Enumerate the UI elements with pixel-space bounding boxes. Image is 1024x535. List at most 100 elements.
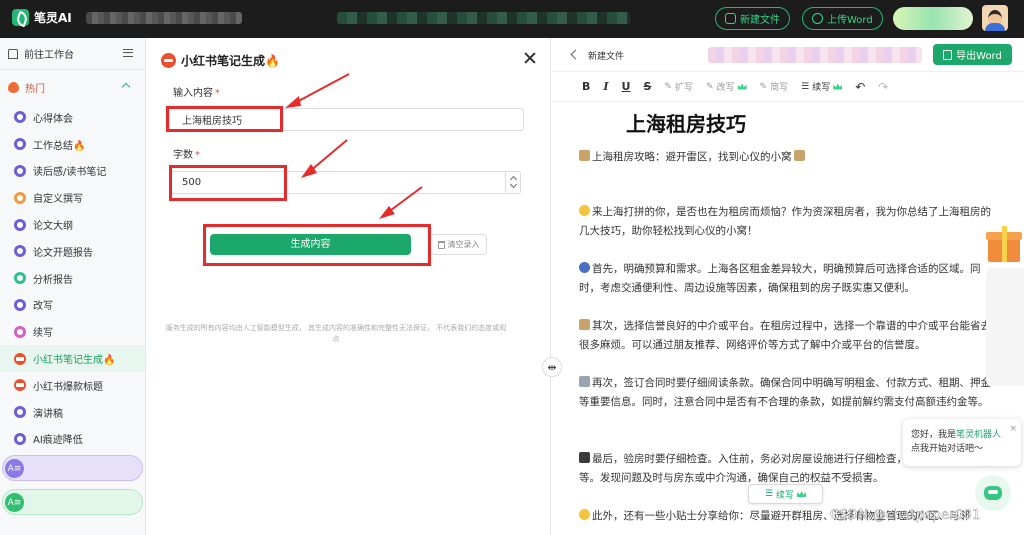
sidebar-item-9[interactable]: 小红书笔记生成🔥 <box>0 345 145 372</box>
house-emoji-icon <box>579 319 590 330</box>
bold-button[interactable]: B <box>582 80 590 93</box>
gift-icon[interactable] <box>984 220 1024 266</box>
vip-badge[interactable] <box>893 7 973 30</box>
generate-button[interactable]: 生成内容 <box>210 234 411 255</box>
tool-icon <box>14 111 26 124</box>
paragraph-2: 来上海打拼的你，是否也在为租房而烦恼？作为资深租房者，我为你总结了上海租房的几大… <box>579 205 991 237</box>
sidebar-item-3[interactable]: 自定义撰写 <box>0 184 145 211</box>
rewrite-button[interactable]: ✎ 改写 <box>706 80 747 93</box>
floating-side-panel[interactable] <box>986 268 1024 386</box>
sidebar-item-0[interactable]: 心得体会 <box>0 104 145 131</box>
paragraph-1: 上海租房攻略：避开雷区，找到心仪的小窝 <box>579 148 999 167</box>
sidebar-item-10[interactable]: 小红书爆款标题 <box>0 372 145 399</box>
content-input[interactable] <box>169 108 524 131</box>
disclaimer-text: 服务生成的所有内容均由人工智能模型生成， 其生成内容的准确性和完整性无法保证， … <box>165 324 507 343</box>
redo-button[interactable]: ↷ <box>878 80 888 94</box>
document-body[interactable]: 上海租房技巧 上海租房攻略：避开雷区，找到心仪的小窝 来上海打拼的你，是否也在为… <box>579 102 999 535</box>
chat-greeting-bubble[interactable]: × 您好，我是笔灵机器人 点我开始对话吧～ <box>903 419 1021 466</box>
clear-button[interactable]: 清空录入 <box>430 234 487 255</box>
leaf-logo-icon <box>12 9 29 26</box>
section-label: 热门 <box>25 83 45 95</box>
paragraph-3: 首先，明确预算和需求。上海各区租金差异较大，明确预算后可选择合适的区域。同时，考… <box>579 262 981 294</box>
upload-word-label: 上传Word <box>827 15 873 26</box>
xiaohongshu-icon <box>161 53 176 68</box>
tool-icon <box>14 191 26 204</box>
sidebar-item-2[interactable]: 读后感/读书笔记 <box>0 158 145 185</box>
pen-icon: ✎ <box>705 81 714 92</box>
sidebar-item-label: 续写 <box>33 328 53 340</box>
stepper-down-icon[interactable] <box>509 180 518 189</box>
pen-icon: ✎ <box>759 81 768 92</box>
strikethrough-button[interactable]: S <box>643 80 651 93</box>
chat-robot-icon[interactable] <box>975 475 1011 511</box>
italic-button[interactable]: I <box>603 80 608 93</box>
tool-icon <box>14 245 26 258</box>
continue-button[interactable]: ☰ 续写 <box>801 80 843 93</box>
export-word-button[interactable]: 导出Word <box>933 44 1012 65</box>
sidebar-item-label: 论文大纲 <box>33 221 73 233</box>
cloud-upload-icon <box>812 13 823 24</box>
sidebar-item-label: 心得体会 <box>33 113 73 125</box>
house-emoji-icon <box>579 150 590 161</box>
tool-icon <box>14 218 26 231</box>
magnifier-emoji-icon <box>579 262 590 273</box>
chat-close-icon[interactable]: × <box>1009 422 1017 436</box>
sidebar-item-1[interactable]: 工作总结🔥 <box>0 131 145 158</box>
bot-name: 笔灵机器人 <box>956 430 1002 440</box>
panel-title-text: 小红书笔记生成🔥 <box>181 54 280 68</box>
clear-label: 清空录入 <box>447 240 480 249</box>
undo-button[interactable]: ↶ <box>855 80 865 94</box>
house-emoji-icon <box>793 150 805 161</box>
toolbox-emoji-icon <box>579 452 590 463</box>
sidebar-item-8[interactable]: 续写 <box>0 318 145 345</box>
resize-handle-icon[interactable]: ⇹ <box>542 357 562 377</box>
wordcount-stepper[interactable] <box>505 171 521 194</box>
word-icon <box>943 49 953 60</box>
sidebar-item-label: 演讲稿 <box>33 408 63 420</box>
sidebar-item-label: 论文开题报告 <box>33 247 93 259</box>
account-icon: A≡ <box>5 459 24 478</box>
sparkle-emoji-icon <box>579 205 590 216</box>
new-file-label: 新建文件 <box>740 15 780 26</box>
sidebar-section-hot[interactable]: 热门 <box>0 70 145 104</box>
account-icon-secondary: A≡ <box>5 493 24 512</box>
sidebar-item-11[interactable]: 演讲稿 <box>0 399 145 426</box>
tool-icon <box>14 138 26 151</box>
sidebar-item-5[interactable]: 论文开题报告 <box>0 238 145 265</box>
list-icon: ☰ <box>764 489 774 499</box>
sidebar-item-12[interactable]: AI痕迹降低 <box>0 426 145 453</box>
tool-icon <box>14 379 26 392</box>
top-bar: 笔灵AI 新建文件 上传Word <box>0 0 1024 38</box>
expand-button[interactable]: ✎ 扩写 <box>664 80 693 94</box>
upload-word-button[interactable]: 上传Word <box>802 7 883 30</box>
wordcount-input[interactable] <box>169 171 521 194</box>
sidebar-item-6[interactable]: 分析报告 <box>0 265 145 292</box>
wordcount-label: 字数 * <box>173 150 200 161</box>
sidebar-item-4[interactable]: 论文大纲 <box>0 211 145 238</box>
sidebar-home[interactable]: 前往工作台 <box>0 38 145 70</box>
continue-writing-pill[interactable]: ☰ 续写 <box>748 484 823 504</box>
paragraph-5: 再次，签订合同时要仔细阅读条款。确保合同中明确写明租金、付款方式、租期、押金等重… <box>579 376 991 408</box>
app-logo[interactable]: 笔灵AI <box>12 9 72 26</box>
tool-icon <box>14 298 26 311</box>
underline-button[interactable]: U <box>622 80 631 93</box>
account-pill-secondary[interactable]: A≡ <box>2 489 143 515</box>
account-pill[interactable]: A≡ <box>2 455 143 481</box>
shorten-button[interactable]: ✎ 简写 <box>759 80 789 94</box>
new-file-button[interactable]: 新建文件 <box>715 7 790 30</box>
avatar[interactable] <box>982 5 1008 31</box>
document-name[interactable]: 新建文件 <box>588 49 624 62</box>
tool-icon <box>14 352 26 365</box>
tool-icon <box>14 164 26 177</box>
format-toolbar: B I U S ✎ 扩写 ✎ 改写 ✎ 简写 ☰ 续写 ↶ ↷ <box>552 72 1024 102</box>
tool-icon <box>14 325 26 338</box>
collapse-menu-icon[interactable] <box>123 49 133 57</box>
sidebar-item-label: AI痕迹降低 <box>33 435 83 447</box>
export-label: 导出Word <box>956 51 1002 62</box>
home-icon <box>8 48 18 59</box>
close-icon[interactable] <box>524 52 536 64</box>
document-heading: 上海租房技巧 <box>626 112 746 136</box>
sidebar-item-7[interactable]: 改写 <box>0 292 145 319</box>
back-icon[interactable] <box>570 49 581 60</box>
sidebar-item-label: 小红书爆款标题 <box>33 381 103 393</box>
